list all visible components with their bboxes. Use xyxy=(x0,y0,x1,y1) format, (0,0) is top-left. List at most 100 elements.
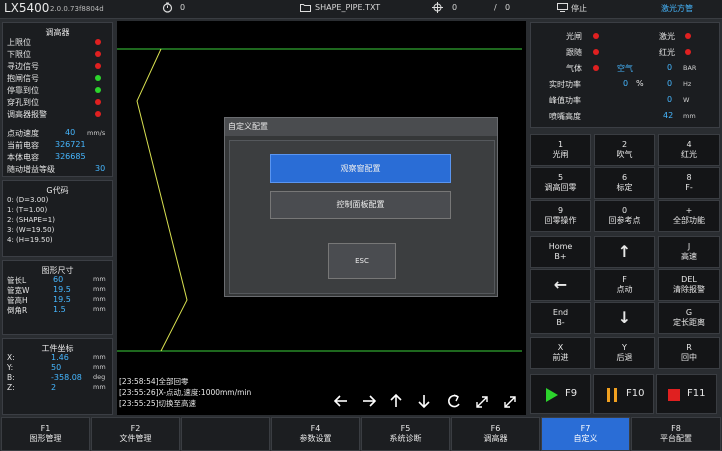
f10-label: F10 xyxy=(626,388,645,399)
key-前进[interactable]: X 前进 xyxy=(530,337,591,369)
workpiece-coord-label: Y: xyxy=(7,363,14,372)
observation-window-config-button[interactable]: 观察窗配置 xyxy=(270,154,451,183)
key-top-label: Home xyxy=(548,242,573,251)
f9-label: F9 xyxy=(565,388,578,399)
key-top-label: Y xyxy=(622,343,627,352)
key-高速[interactable]: J 高速 xyxy=(658,236,720,268)
fkey-label: 图形管理 xyxy=(29,434,62,443)
key-bottom-label: 定长距离 xyxy=(673,318,705,327)
machine-state: 停止 xyxy=(571,4,587,13)
fkey-number: F7 xyxy=(580,424,591,433)
arrow-left-icon[interactable] xyxy=(333,395,347,407)
shape-size-value: 1.5 xyxy=(53,305,66,314)
brand-label: 激光方管 xyxy=(661,4,693,13)
control-panel-config-button[interactable]: 控制面板配置 xyxy=(270,191,451,219)
shutter-indicator xyxy=(593,33,599,39)
fkey-number: F8 xyxy=(671,424,681,433)
fkey-number: F6 xyxy=(490,424,501,433)
fkey-blank[interactable] xyxy=(181,417,270,451)
stopwatch-icon xyxy=(162,2,173,15)
key-红光[interactable]: 4 红光 xyxy=(658,134,720,166)
signal-indicator xyxy=(95,75,101,81)
realtime-power-frequency: 0 xyxy=(667,79,673,88)
key-bottom-label: 回零操作 xyxy=(544,216,577,225)
nozzle-height-value: 42 xyxy=(663,111,674,120)
log-line: [23:55:26]X-点动,速度:1000mm/min xyxy=(119,388,252,397)
key-回零操作[interactable]: 9 回零操作 xyxy=(530,200,591,232)
esc-button[interactable]: ESC xyxy=(328,243,396,279)
gas-pressure-value: 0 xyxy=(667,63,673,72)
key-全部功能[interactable]: + 全部功能 xyxy=(658,200,720,232)
gain-level-value: 30 xyxy=(95,164,106,173)
custom-config-dialog: 自定义配置 观察窗配置 控制面板配置 ESC xyxy=(224,117,498,297)
key-回中[interactable]: R 回中 xyxy=(658,337,720,369)
arrow-right-icon[interactable] xyxy=(363,395,377,407)
key-B+[interactable]: Home B+ xyxy=(530,236,591,268)
workpiece-coord-unit: mm xyxy=(93,383,106,391)
rotate-icon[interactable] xyxy=(448,394,460,408)
key-调高回零[interactable]: 5 调高回零 xyxy=(530,167,591,199)
signal-indicator xyxy=(95,87,101,93)
position-sep: / xyxy=(494,3,497,12)
stop-f11-button[interactable]: F11 xyxy=(656,374,717,414)
key-bottom-label: 标定 xyxy=(616,183,633,192)
signal-label: 停靠到位 xyxy=(7,86,39,95)
pause-f10-button[interactable]: F10 xyxy=(593,374,654,414)
fkey-label: 调高器 xyxy=(483,434,508,443)
gcode-line: 0: (D=3.00) xyxy=(7,196,49,204)
message-log: [23:58:54]全部回零 [23:55:26]X-点动,速度:1000mm/… xyxy=(119,376,251,409)
key-←[interactable]: ← xyxy=(530,269,591,301)
key-点动[interactable]: F 点动 xyxy=(594,269,655,301)
current-capacitance-label: 当前电容 xyxy=(7,141,39,150)
key-清除报警[interactable]: DEL 清除报警 xyxy=(658,269,720,301)
key-top-label: ↓ xyxy=(617,308,632,327)
expand-icon[interactable] xyxy=(504,396,516,408)
fkey-F6[interactable]: F6 调高器 xyxy=(451,417,540,451)
key-B-[interactable]: End B- xyxy=(530,302,591,334)
key-bottom-label: B+ xyxy=(554,252,567,261)
fkey-F2[interactable]: F2 文件管理 xyxy=(91,417,180,451)
view-toolbar xyxy=(333,393,523,409)
key-回参考点[interactable]: 0 回参考点 xyxy=(594,200,655,232)
arrow-up-icon[interactable] xyxy=(390,393,402,407)
signal-label: 寻边信号 xyxy=(7,62,39,71)
workpiece-coord-label: X: xyxy=(7,353,15,362)
shrink-icon[interactable] xyxy=(476,396,488,408)
gain-level-label: 随动增益等级 xyxy=(7,165,55,174)
key-F-[interactable]: 8 F- xyxy=(658,167,720,199)
fkey-number: F4 xyxy=(310,424,321,433)
fkey-F8[interactable]: F8 平台配置 xyxy=(631,417,721,451)
nozzle-height-label: 喷嘴高度 xyxy=(549,112,581,121)
key-标定[interactable]: 6 标定 xyxy=(594,167,655,199)
start-f9-button[interactable]: F9 xyxy=(530,374,591,414)
workpiece-coord-unit: deg xyxy=(93,373,106,381)
fkey-F4[interactable]: F4 参数设置 xyxy=(271,417,360,451)
f11-label: F11 xyxy=(687,388,706,399)
file-name: SHAPE_PIPE.TXT xyxy=(315,3,381,12)
gas-label: 气体 xyxy=(566,64,582,73)
signal-label: 上限位 xyxy=(7,38,31,47)
key-top-label: ↑ xyxy=(617,242,632,261)
key-↓[interactable]: ↓ xyxy=(594,302,655,334)
key-↑[interactable]: ↑ xyxy=(594,236,655,268)
shape-size-unit: mm xyxy=(93,275,106,283)
signal-label: 下限位 xyxy=(7,50,31,59)
folder-icon xyxy=(300,3,311,14)
fkey-label: 系统诊断 xyxy=(389,434,422,443)
key-bottom-label: 吹气 xyxy=(616,150,633,159)
fkey-F7[interactable]: F7 自定义 xyxy=(541,417,630,451)
fkey-number: F1 xyxy=(40,424,51,433)
key-bottom-label: 红光 xyxy=(681,150,697,159)
workpiece-coord-unit: mm xyxy=(93,363,106,371)
key-吹气[interactable]: 2 吹气 xyxy=(594,134,655,166)
version-text: 2.0.0.73f8804d xyxy=(50,5,104,13)
peak-power-unit: W xyxy=(683,96,690,104)
key-定长距离[interactable]: G 定长距离 xyxy=(658,302,720,334)
fkey-F5[interactable]: F5 系统诊断 xyxy=(361,417,450,451)
dialog-title: 自定义配置 xyxy=(225,118,497,136)
fkey-F1[interactable]: F1 图形管理 xyxy=(1,417,90,451)
stop-icon xyxy=(668,389,680,401)
arrow-down-icon[interactable] xyxy=(418,395,430,409)
key-后退[interactable]: Y 后退 xyxy=(594,337,655,369)
key-光闸[interactable]: 1 光闸 xyxy=(530,134,591,166)
